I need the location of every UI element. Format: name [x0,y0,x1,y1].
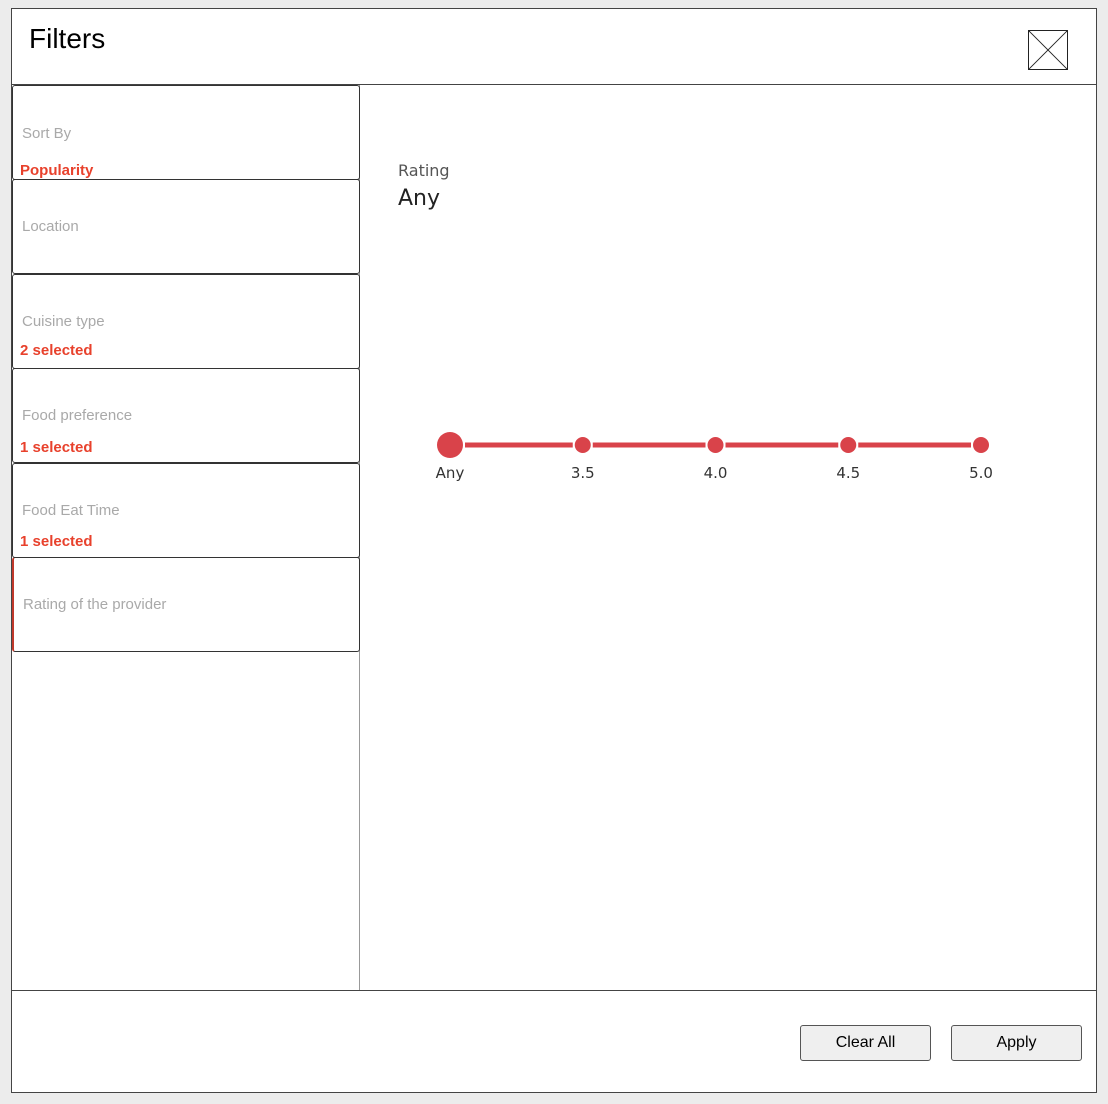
sidebar-item-value: 2 selected [20,342,93,359]
sidebar-item-value: 1 selected [20,533,93,550]
rating-label: Rating [398,161,450,180]
rating-slider: Any 3.5 4.0 4.5 5.0 [360,85,1096,990]
sidebar-item-location[interactable]: Location [12,179,360,274]
sidebar-item-label: Rating of the provider [23,596,167,613]
slider-stop[interactable] [840,437,857,453]
sidebar-item-food-preference[interactable]: Food preference 1 selected [12,368,360,463]
dialog-title: Filters [29,23,106,54]
slider-tick-label: Any [435,464,465,482]
sidebar-item-value: Popularity [20,162,94,179]
sidebar-item-label: Location [22,218,79,235]
slider-tick-label: 4.5 [836,464,861,482]
sidebar-item-sort-by[interactable]: Sort By Popularity [12,85,360,180]
slider-thumb[interactable] [437,432,463,458]
sidebar-item-label: Sort By [22,125,72,142]
sidebar-item-food-eat-time[interactable]: Food Eat Time 1 selected [12,463,360,558]
close-button[interactable] [1028,30,1068,70]
slider-tick-label: 3.5 [570,464,595,482]
slider-tick-label: 4.0 [703,464,728,482]
rating-slider-track [437,432,989,458]
filter-content: Rating Any Any 3.5 4.0 4.5 5.0 [360,85,1096,990]
sidebar-item-cuisine-type[interactable]: Cuisine type 2 selected [12,274,360,369]
sidebar-item-value: 1 selected [20,439,93,456]
slider-stop[interactable] [574,437,591,453]
filters-dialog: Filters Sort By Popularity Location Cuis… [11,8,1097,1093]
close-icon [1029,31,1067,69]
slider-stop[interactable] [707,437,724,453]
sidebar-item-label: Food Eat Time [22,502,120,519]
apply-button[interactable]: Apply [951,1025,1082,1061]
filter-sidebar: Sort By Popularity Location Cuisine type… [12,85,360,990]
sidebar-item-label: Cuisine type [22,313,105,330]
slider-stop[interactable] [973,437,989,453]
sidebar-item-label: Food preference [22,407,133,424]
slider-tick-label: 5.0 [969,464,993,482]
dialog-footer: Clear All Apply [12,990,1096,1092]
sidebar-item-rating-of-the-provider[interactable]: Rating of the provider [12,557,360,652]
dialog-header: Filters [12,9,1096,85]
clear-all-button[interactable]: Clear All [800,1025,931,1061]
rating-value: Any [398,186,441,211]
